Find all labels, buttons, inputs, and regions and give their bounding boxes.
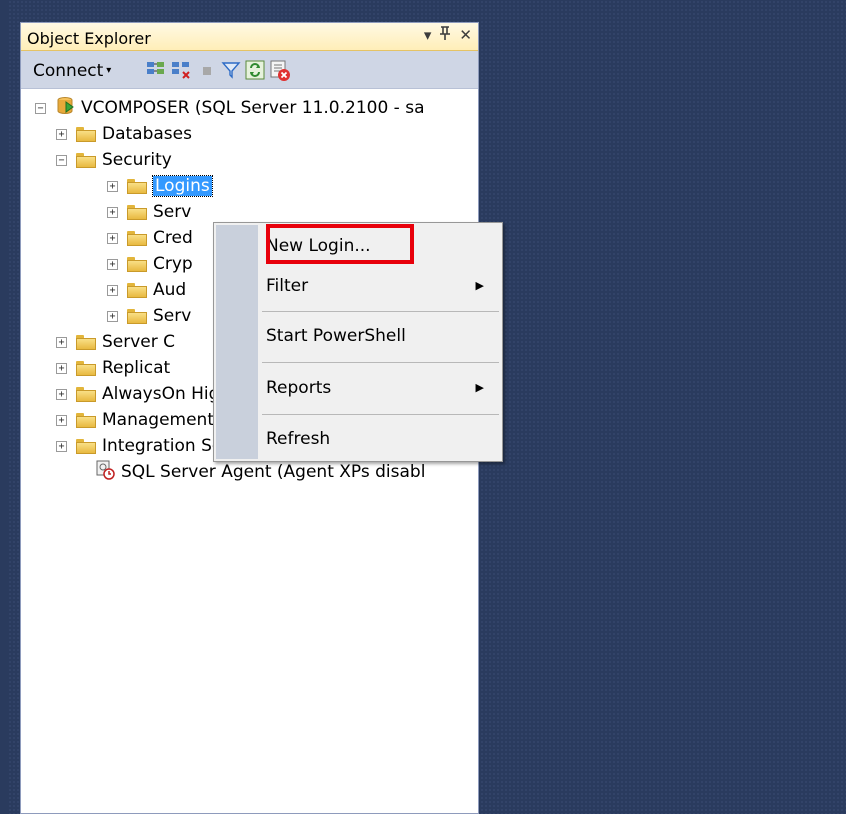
credentials-label: Cred xyxy=(153,228,193,248)
expand-icon[interactable]: + xyxy=(56,336,67,348)
tree-node-security[interactable]: − Security xyxy=(56,147,172,173)
folder-icon xyxy=(127,256,147,272)
window-left-edge xyxy=(0,0,8,814)
disconnect-icon[interactable] xyxy=(171,60,191,80)
menu-item-start-powershell[interactable]: Start PowerShell xyxy=(266,321,496,351)
expand-icon[interactable]: + xyxy=(56,362,67,374)
tree-node-cryptographic-providers[interactable]: + Cryp xyxy=(107,251,193,277)
tree-node-audits[interactable]: + Aud xyxy=(107,277,186,303)
tree-node-server-audit-specifications[interactable]: + Serv xyxy=(107,303,191,329)
folder-icon xyxy=(76,334,96,350)
connect-object-explorer-icon[interactable] xyxy=(146,60,166,80)
security-label: Security xyxy=(102,150,172,170)
expand-icon[interactable]: + xyxy=(107,310,118,322)
folder-icon xyxy=(127,230,147,246)
menu-separator xyxy=(262,362,499,363)
refresh-label: Refresh xyxy=(266,429,331,449)
stop-icon[interactable] xyxy=(197,60,217,80)
filter-label: Filter xyxy=(266,276,309,296)
menu-separator xyxy=(262,414,499,415)
menu-item-reports[interactable]: Reports ▶ xyxy=(266,373,496,403)
cryptographic-label: Cryp xyxy=(153,254,193,274)
expand-icon[interactable]: + xyxy=(107,206,118,218)
panel-title: Object Explorer xyxy=(27,29,151,48)
server-objects-label: Server C xyxy=(102,332,176,352)
folder-icon xyxy=(127,282,147,298)
close-icon[interactable]: ✕ xyxy=(459,26,472,45)
expand-icon[interactable]: + xyxy=(56,414,67,426)
logins-label: Logins xyxy=(152,175,213,197)
policy-health-icon[interactable] xyxy=(269,60,290,81)
folder-icon xyxy=(127,308,147,324)
expand-icon[interactable]: + xyxy=(107,258,118,270)
expand-icon[interactable]: + xyxy=(56,440,67,452)
folder-icon xyxy=(76,412,96,428)
tree-node-server[interactable]: − VCOMPOSER (SQL Server 11.0.2100 - sa xyxy=(35,95,425,121)
object-explorer-toolbar: Connect ▾ xyxy=(21,51,478,89)
tree-node-logins[interactable]: + Logins xyxy=(107,173,213,199)
submenu-arrow-icon: ▶ xyxy=(475,381,484,394)
menu-item-refresh[interactable]: Refresh xyxy=(266,424,496,454)
tree-node-server-objects[interactable]: + Server C xyxy=(56,329,175,355)
window-position-dropdown-icon[interactable]: ▾ xyxy=(424,26,432,45)
replication-label: Replicat xyxy=(102,358,171,378)
tree-node-replication[interactable]: + Replicat xyxy=(56,355,170,381)
refresh-icon[interactable] xyxy=(245,60,265,80)
collapse-icon[interactable]: − xyxy=(35,102,46,114)
server-icon xyxy=(55,96,75,121)
folder-icon xyxy=(76,360,96,376)
expand-icon[interactable]: + xyxy=(56,128,67,140)
menu-icon-gutter xyxy=(216,225,258,459)
expand-icon[interactable]: + xyxy=(107,232,118,244)
filter-icon[interactable] xyxy=(221,60,241,80)
sql-agent-label: SQL Server Agent (Agent XPs disabl xyxy=(121,462,426,482)
connect-dropdown-icon[interactable]: ▾ xyxy=(106,65,111,76)
server-audit-spec-label: Serv xyxy=(153,306,192,326)
server-roles-label: Serv xyxy=(153,202,192,222)
menu-item-filter[interactable]: Filter ▶ xyxy=(266,271,496,301)
tree-node-management[interactable]: + Management xyxy=(56,407,214,433)
annotation-highlight-box xyxy=(266,224,414,264)
folder-icon xyxy=(76,152,96,168)
tree-node-databases[interactable]: + Databases xyxy=(56,121,192,147)
sql-agent-icon xyxy=(95,460,115,485)
folder-icon xyxy=(127,204,147,220)
connect-button[interactable]: Connect ▾ xyxy=(33,61,111,81)
tree-node-credentials[interactable]: + Cred xyxy=(107,225,193,251)
folder-icon xyxy=(127,178,147,194)
server-label: VCOMPOSER (SQL Server 11.0.2100 - sa xyxy=(81,98,425,118)
titlebar-controls: ▾ ✕ xyxy=(424,26,472,45)
panel-titlebar: Object Explorer ▾ ✕ xyxy=(21,23,478,51)
connect-label: Connect xyxy=(33,61,104,81)
management-label: Management xyxy=(102,410,214,430)
reports-label: Reports xyxy=(266,378,332,398)
submenu-arrow-icon: ▶ xyxy=(475,279,484,292)
folder-icon xyxy=(76,386,96,402)
expand-icon[interactable]: + xyxy=(56,388,67,400)
start-powershell-label: Start PowerShell xyxy=(266,326,406,346)
folder-icon xyxy=(76,438,96,454)
menu-separator xyxy=(262,311,499,312)
expand-icon[interactable]: + xyxy=(107,180,118,192)
folder-icon xyxy=(76,126,96,142)
auto-hide-pin-icon[interactable] xyxy=(439,26,451,45)
audits-label: Aud xyxy=(153,280,187,300)
expand-icon[interactable]: + xyxy=(107,284,118,296)
tree-node-sql-server-agent[interactable]: SQL Server Agent (Agent XPs disabl xyxy=(95,459,425,485)
collapse-icon[interactable]: − xyxy=(56,154,67,166)
tree-node-server-roles[interactable]: + Serv xyxy=(107,199,191,225)
databases-label: Databases xyxy=(102,124,192,144)
